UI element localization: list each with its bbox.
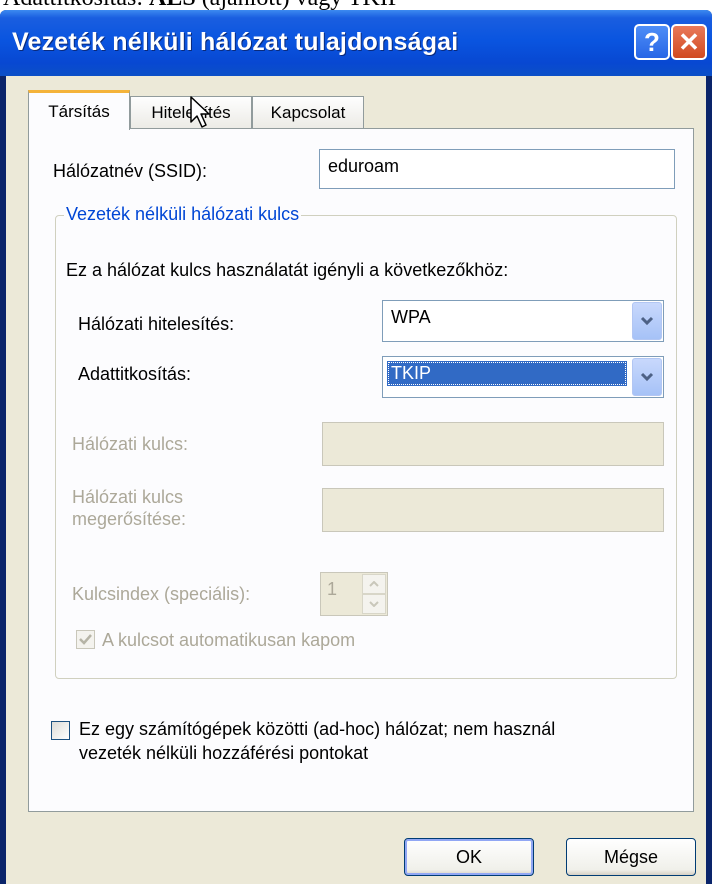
close-icon: ✕ bbox=[678, 26, 700, 57]
auth-value: WPA bbox=[391, 307, 431, 327]
network-key-label: Hálózati kulcs: bbox=[72, 434, 189, 454]
tab-panel: Hálózatnév (SSID): eduroam Vezeték nélkü… bbox=[28, 128, 694, 812]
title-bar[interactable]: Vezeték nélküli hálózat tulajdonságai ? … bbox=[0, 10, 712, 76]
adhoc-label: Ez egy számítógépek közötti (ad-hoc) hál… bbox=[79, 717, 555, 765]
key-index-value: 1 bbox=[327, 579, 338, 599]
adhoc-label-line2: vezeték nélküli hozzáférési pontokat bbox=[79, 743, 369, 763]
auth-dropdown-button[interactable] bbox=[632, 302, 662, 340]
chevron-down-icon bbox=[640, 316, 654, 326]
spin-down-button[interactable] bbox=[362, 594, 386, 614]
chevron-down-icon bbox=[640, 372, 654, 382]
mouse-cursor-icon bbox=[190, 96, 210, 128]
auto-key-checkbox[interactable] bbox=[76, 630, 95, 649]
encryption-value: TKIP bbox=[387, 361, 627, 386]
help-icon: ? bbox=[644, 26, 660, 57]
cancel-button[interactable]: Mégse bbox=[566, 838, 696, 876]
ssid-value: eduroam bbox=[328, 156, 400, 176]
confirm-key-label-line1: Hálózati kulcs bbox=[72, 487, 184, 507]
group-legend: Vezeték nélküli hálózati kulcs bbox=[64, 204, 302, 225]
confirm-key-label: Hálózati kulcs megerősítése: bbox=[72, 486, 186, 530]
tab-kapcsolat[interactable]: Kapcsolat bbox=[252, 96, 364, 128]
confirm-key-input[interactable] bbox=[322, 488, 664, 532]
encryption-combobox[interactable]: TKIP bbox=[382, 356, 664, 398]
key-description: Ez a hálózat kulcs használatát igényli a… bbox=[66, 260, 509, 280]
network-key-input[interactable] bbox=[322, 422, 664, 466]
chevron-up-icon bbox=[369, 581, 379, 587]
key-index-label: Kulcsindex (speciális): bbox=[72, 584, 251, 604]
spin-up-button[interactable] bbox=[362, 574, 386, 594]
checkmark-icon bbox=[79, 634, 92, 645]
ok-button[interactable]: OK bbox=[404, 838, 534, 876]
adhoc-label-line1: Ez egy számítógépek közötti (ad-hoc) hál… bbox=[79, 719, 556, 739]
help-button[interactable]: ? bbox=[634, 24, 670, 60]
document-caption: Adattitkosítás: AES (ajánlott) vagy TKIP bbox=[3, 0, 401, 10]
encryption-dropdown-button[interactable] bbox=[632, 358, 662, 396]
chevron-down-icon bbox=[369, 601, 379, 607]
ssid-input[interactable]: eduroam bbox=[319, 149, 675, 189]
close-button[interactable]: ✕ bbox=[671, 24, 707, 60]
window-title: Vezeték nélküli hálózat tulajdonságai bbox=[12, 28, 459, 56]
auth-combobox[interactable]: WPA bbox=[382, 300, 664, 342]
tab-tarsitas[interactable]: Társítás bbox=[28, 90, 130, 130]
adhoc-checkbox[interactable] bbox=[51, 721, 70, 740]
encryption-label: Adattitkosítás: bbox=[78, 364, 192, 384]
auto-key-label: A kulcsot automatikusan kapom bbox=[102, 630, 356, 650]
key-index-spinner[interactable]: 1 bbox=[320, 572, 388, 616]
key-groupbox: Vezeték nélküli hálózati kulcs Ez a háló… bbox=[55, 204, 677, 679]
ssid-label: Hálózatnév (SSID): bbox=[53, 161, 208, 181]
confirm-key-label-line2: megerősítése: bbox=[72, 509, 187, 529]
dialog-window: Vezeték nélküli hálózat tulajdonságai ? … bbox=[0, 10, 712, 884]
dialog-client: Társítás Hitelesítés Kapcsolat Hálózatné… bbox=[6, 76, 706, 884]
auth-label: Hálózati hitelesítés: bbox=[78, 314, 235, 334]
spinner-buttons bbox=[362, 574, 386, 614]
